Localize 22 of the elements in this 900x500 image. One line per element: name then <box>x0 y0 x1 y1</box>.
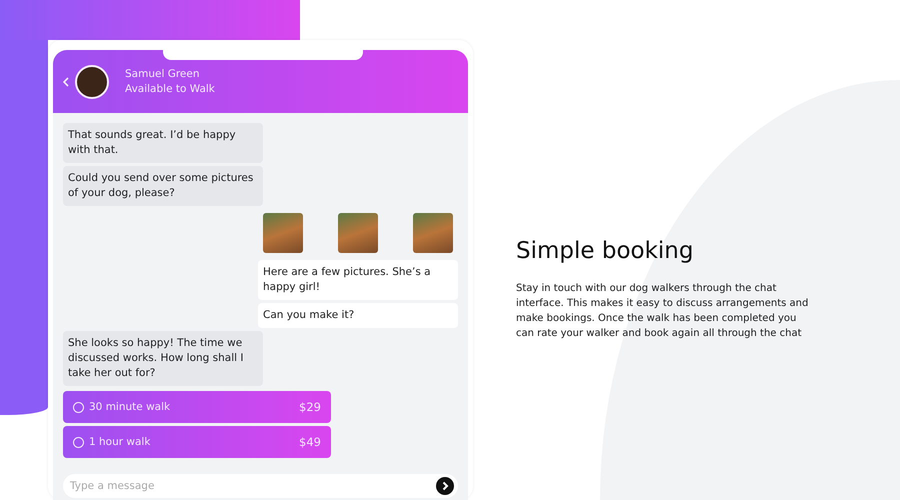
option-price: $49 <box>299 434 321 450</box>
message-bubble: She looks so happy! The time we discussed works. How long shall I take her out for? <box>63 331 263 386</box>
option-price: $29 <box>299 400 321 414</box>
option-label: 30 minute walk <box>89 400 170 414</box>
message-bubble: Could you send over some pictures of your dog, please? <box>63 166 263 206</box>
message-input[interactable]: Type a message <box>68 478 436 494</box>
message-bubble: That sounds great. I’d be happy with that. <box>63 123 263 163</box>
message-bubble: Can you make it? <box>258 303 458 328</box>
option-button[interactable]: 30 minute walk $29 <box>63 391 331 423</box>
send-icon[interactable] <box>436 477 454 495</box>
option-label: 1 hour walk <box>89 434 150 450</box>
contact-status: Available to Walk <box>125 82 215 96</box>
feature-description: Stay in touch with our dog walkers through the chat interface. This makes it easy to discuss arrangements and make bookings. Once the walk has been completed you can rate your walker and book again all through the chat <box>516 282 810 341</box>
message-bubble: Here are a few pictures. She’s a happy girl! <box>258 260 458 300</box>
option-button[interactable]: 1 hour walk $49 <box>63 426 331 458</box>
message-field[interactable]: Type a message <box>63 474 458 498</box>
feature-title: Simple booking <box>516 237 694 266</box>
radio-button[interactable] <box>73 436 84 448</box>
contact-name: Samuel Green <box>125 66 200 82</box>
back-icon[interactable] <box>63 76 69 86</box>
radio-button[interactable] <box>73 402 84 412</box>
avatar <box>75 64 109 98</box>
